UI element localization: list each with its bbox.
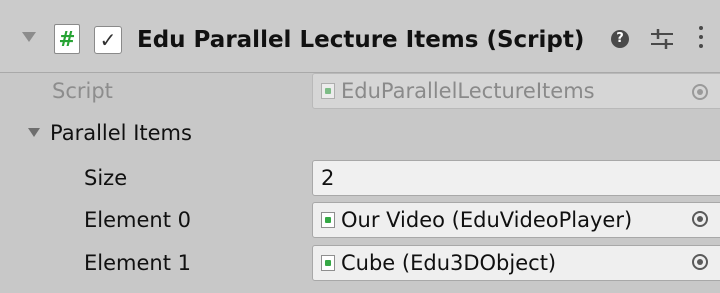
parallel-items-label[interactable]: Parallel Items (50, 112, 192, 154)
element-0-object-picker-icon[interactable] (692, 211, 708, 227)
size-input[interactable]: 2 (312, 160, 720, 196)
component-header[interactable]: # ✓ Edu Parallel Lecture Items (Script) … (0, 0, 720, 72)
parallel-items-foldout-arrow-icon[interactable] (28, 128, 40, 137)
size-label: Size (84, 166, 128, 190)
element-0-value: Our Video (EduVideoPlayer) (341, 208, 633, 232)
inspector-component-panel: # ✓ Edu Parallel Lecture Items (Script) … (0, 0, 720, 293)
element-1-object-picker-icon[interactable] (692, 254, 708, 270)
array-size-row: Size 2 (0, 157, 720, 199)
array-element-row: Element 0 Our Video (EduVideoPlayer) (0, 199, 720, 241)
element-1-value: Cube (Edu3DObject) (341, 251, 557, 275)
script-property-row: Script EduParallelLectureItems (0, 70, 720, 112)
script-icon: # (54, 24, 80, 54)
presets-icon[interactable] (649, 27, 675, 51)
script-label: Script (52, 79, 113, 103)
script-field-value: EduParallelLectureItems (341, 79, 595, 103)
element-0-label: Element 0 (84, 208, 191, 232)
script-asset-icon (321, 83, 335, 99)
script-object-field: EduParallelLectureItems (312, 73, 720, 109)
element-1-object-field[interactable]: Cube (Edu3DObject) (312, 245, 720, 281)
element-0-object-icon (321, 212, 335, 228)
foldout-arrow-icon[interactable] (22, 32, 36, 42)
checkmark-icon: ✓ (99, 28, 117, 52)
element-1-label: Element 1 (84, 251, 191, 275)
parallel-items-foldout-row[interactable]: Parallel Items (0, 112, 720, 154)
element-1-object-icon (321, 255, 335, 271)
component-title: Edu Parallel Lecture Items (Script) (137, 27, 585, 53)
element-0-object-field[interactable]: Our Video (EduVideoPlayer) (312, 202, 720, 238)
help-icon[interactable]: ? (611, 30, 629, 48)
array-element-row: Element 1 Cube (Edu3DObject) (0, 242, 720, 284)
script-object-picker-icon (692, 84, 708, 100)
component-enabled-checkbox[interactable]: ✓ (94, 26, 122, 54)
script-icon-glyph: # (58, 27, 76, 51)
size-value: 2 (321, 166, 335, 190)
more-options-icon[interactable] (697, 26, 705, 52)
